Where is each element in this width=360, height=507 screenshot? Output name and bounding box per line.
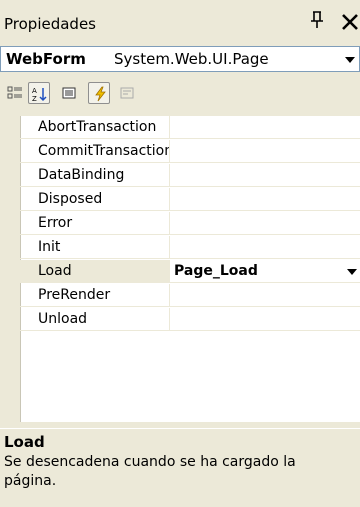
event-row[interactable]: DataBinding: [20, 164, 360, 188]
event-handler-value[interactable]: [170, 284, 360, 307]
svg-text:Z: Z: [32, 95, 37, 102]
event-row[interactable]: Error: [20, 212, 360, 236]
event-row[interactable]: CommitTransaction: [20, 140, 360, 164]
events-button[interactable]: [88, 82, 110, 104]
description-pane: Load Se desencadena cuando se ha cargado…: [0, 428, 360, 507]
event-handler-value[interactable]: [170, 164, 360, 187]
event-name: Disposed: [20, 188, 170, 211]
categorized-icon: [7, 86, 22, 99]
event-row[interactable]: PreRender: [20, 284, 360, 308]
event-handler-value[interactable]: [170, 308, 360, 331]
event-handler-value[interactable]: [170, 140, 360, 163]
event-name: PreRender: [20, 284, 170, 307]
event-row[interactable]: Load Page_Load: [20, 260, 360, 284]
object-selector[interactable]: WebForm System.Web.UI.Page: [0, 46, 360, 72]
pin-icon[interactable]: [309, 10, 325, 30]
panel-title: Propiedades: [4, 15, 96, 33]
event-name: Unload: [20, 308, 170, 331]
object-type: System.Web.UI.Page: [114, 50, 269, 68]
event-name: Error: [20, 212, 170, 235]
event-name: CommitTransaction: [20, 140, 170, 163]
event-handler-value[interactable]: [170, 116, 360, 139]
properties-button[interactable]: [58, 82, 80, 104]
object-name: WebForm: [6, 50, 86, 68]
event-row[interactable]: Unload: [20, 308, 360, 332]
property-pages-icon: [120, 87, 134, 99]
close-icon[interactable]: [340, 12, 360, 32]
grid-gutter: [0, 116, 20, 422]
description-text: Se desencadena cuando se ha cargado la p…: [4, 454, 296, 489]
properties-panel: Propiedades WebForm System.Web.UI.Page A…: [0, 0, 360, 507]
alphabetical-icon: A Z: [32, 87, 47, 102]
event-name: Init: [20, 236, 170, 259]
event-handler-value[interactable]: [170, 212, 360, 235]
chevron-down-icon[interactable]: [341, 47, 359, 71]
event-handler-value[interactable]: [170, 236, 360, 259]
event-handler-value[interactable]: [170, 188, 360, 211]
event-name: Load: [20, 260, 170, 283]
chevron-down-icon[interactable]: [344, 263, 360, 279]
event-row[interactable]: Disposed: [20, 188, 360, 212]
svg-text:A: A: [32, 87, 37, 95]
event-name: AbortTransaction: [20, 116, 170, 139]
categorized-button[interactable]: [4, 82, 26, 104]
event-handler-text: Page_Load: [174, 263, 258, 279]
event-row[interactable]: AbortTransaction: [20, 116, 360, 140]
properties-icon: [62, 87, 76, 99]
description-title: Load: [4, 433, 45, 451]
alphabetical-button[interactable]: A Z: [28, 82, 50, 104]
title-bar: Propiedades: [0, 0, 360, 42]
events-icon: [95, 86, 106, 102]
toolbar: A Z: [0, 76, 360, 110]
property-pages-button[interactable]: [116, 82, 138, 104]
event-name: DataBinding: [20, 164, 170, 187]
event-handler-value[interactable]: Page_Load: [170, 260, 360, 283]
event-row[interactable]: Init: [20, 236, 360, 260]
